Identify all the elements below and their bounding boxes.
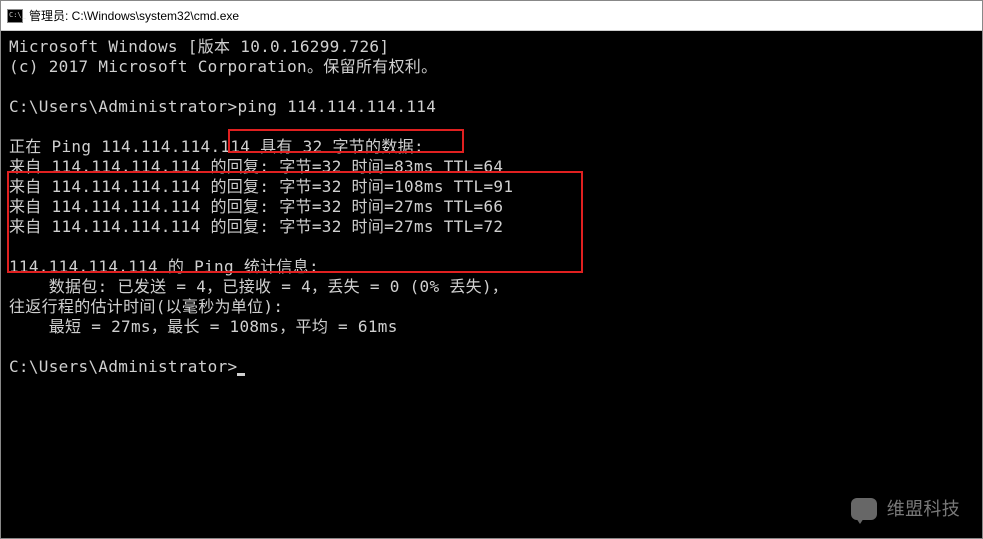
wechat-icon: [851, 498, 877, 520]
stats-header: 114.114.114.114 的 Ping 统计信息:: [9, 257, 319, 276]
terminal-area[interactable]: Microsoft Windows [版本 10.0.16299.726] (c…: [1, 31, 982, 538]
ping-header: 正在 Ping 114.114.114.114 具有 32 字节的数据:: [9, 137, 424, 156]
ping-reply-line: 来自 114.114.114.114 的回复: 字节=32 时间=83ms TT…: [9, 157, 503, 176]
prompt-path: C:\Users\Administrator>: [9, 357, 237, 376]
cmd-window: 管理员: C:\Windows\system32\cmd.exe Microso…: [0, 0, 983, 539]
stats-packets: 数据包: 已发送 = 4，已接收 = 4，丢失 = 0 (0% 丢失)，: [9, 277, 508, 296]
cmd-icon: [7, 9, 23, 23]
watermark: 维盟科技: [851, 498, 960, 520]
stats-rtt: 最短 = 27ms，最长 = 108ms，平均 = 61ms: [9, 317, 398, 336]
titlebar[interactable]: 管理员: C:\Windows\system32\cmd.exe: [1, 1, 982, 31]
ping-reply-line: 来自 114.114.114.114 的回复: 字节=32 时间=108ms T…: [9, 177, 513, 196]
stats-rtt-header: 往返行程的估计时间(以毫秒为单位):: [9, 297, 283, 316]
window-title: 管理员: C:\Windows\system32\cmd.exe: [29, 7, 239, 24]
copyright-line: (c) 2017 Microsoft Corporation。保留所有权利。: [9, 57, 437, 76]
version-line: Microsoft Windows [版本 10.0.16299.726]: [9, 37, 389, 56]
ping-reply-line: 来自 114.114.114.114 的回复: 字节=32 时间=27ms TT…: [9, 197, 503, 216]
ping-command: ping 114.114.114.114: [237, 97, 436, 116]
cursor: [237, 373, 245, 376]
watermark-text: 维盟科技: [887, 499, 960, 519]
ping-reply-line: 来自 114.114.114.114 的回复: 字节=32 时间=27ms TT…: [9, 217, 503, 236]
prompt-path: C:\Users\Administrator>: [9, 97, 237, 116]
